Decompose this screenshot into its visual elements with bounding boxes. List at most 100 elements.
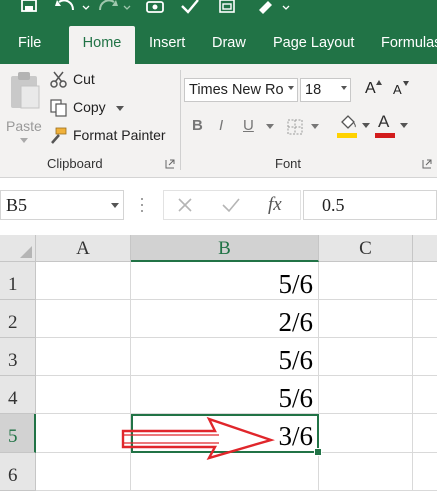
cell-c6[interactable] [319,453,413,491]
cut-button[interactable]: Cut [50,70,140,92]
cell-a5[interactable] [36,414,131,453]
cell-d3[interactable] [413,338,437,376]
redo-icon[interactable] [96,0,118,14]
tab-insert[interactable]: Insert [149,26,185,64]
row-header-3[interactable]: 3 [0,338,36,376]
camera-icon[interactable] [146,0,164,14]
fill-color-swatch [337,133,357,138]
font-family-select[interactable]: Times New Ro [184,78,298,102]
font-size-value: 18 [305,82,322,98]
paste-button[interactable]: Paste [4,70,44,148]
underline-button[interactable]: U [243,117,254,134]
fill-color-dropdown-icon [362,123,370,128]
increase-font-size-label: A [365,80,376,97]
font-size-select[interactable]: 18 [300,78,351,102]
copy-button[interactable]: Copy [50,98,140,120]
tab-file[interactable]: File [18,26,41,64]
qat-dropdown-icon[interactable] [282,0,290,14]
font-color-dropdown-icon [400,123,408,128]
formula-input-value: 0.5 [322,195,345,215]
cell-c1[interactable] [319,262,413,300]
clipboard-dialog-launcher-icon[interactable] [165,159,175,169]
select-all-button[interactable] [0,235,36,262]
column-header-b[interactable]: B [131,235,319,262]
font-color-swatch [375,133,395,138]
bold-button[interactable]: B [192,117,203,134]
cell-b2[interactable]: 2/6 [131,300,319,338]
cell-b4[interactable]: 5/6 [131,376,319,414]
tab-page-layout[interactable]: Page Layout [273,26,354,64]
insert-function-button[interactable]: fx [268,194,282,216]
format-painter-icon [51,127,67,144]
tab-draw[interactable]: Draw [212,26,246,64]
italic-button[interactable]: I [219,117,223,134]
tab-home[interactable]: Home [69,26,135,64]
row-header-1[interactable]: 1 [0,262,36,300]
cell-d5[interactable] [413,414,437,453]
copy-dropdown-icon [116,106,124,111]
tab-formulas[interactable]: Formulas [381,26,437,64]
cell-c2[interactable] [319,300,413,338]
decrease-font-size-label: A [393,82,402,97]
ribbon-tabs: File Home Insert Draw Page Layout Formul… [0,26,437,64]
cell-a2[interactable] [36,300,131,338]
clipboard-group-label: Clipboard [47,156,103,171]
cell-c3[interactable] [319,338,413,376]
increase-font-size-button[interactable]: A [363,79,383,101]
decrease-font-size-icon [403,81,409,86]
brush-icon[interactable] [256,0,274,14]
paste-dropdown-icon [20,138,28,143]
borders-icon[interactable] [287,119,303,135]
row-header-4[interactable]: 4 [0,376,36,414]
group-separator [180,70,181,170]
font-color-label: A [378,112,390,131]
paste-label: Paste [6,118,42,134]
cell-d4[interactable] [413,376,437,414]
scissors-icon [50,71,67,88]
save-icon[interactable] [20,0,38,14]
fill-handle[interactable] [314,448,322,456]
cell-d2[interactable] [413,300,437,338]
column-header-c[interactable]: C [319,235,413,262]
cell-c4[interactable] [319,376,413,414]
fill-color-button[interactable] [336,114,370,140]
cell-a1[interactable] [36,262,131,300]
formula-input[interactable]: 0.5 [303,190,437,220]
undo-dropdown-icon[interactable] [82,0,90,14]
format-painter-button[interactable]: Format Painter [50,126,175,148]
paste-icon [11,72,40,109]
undo-icon[interactable] [55,0,77,14]
font-color-button[interactable]: A [374,112,410,140]
checkmark-icon[interactable] [180,0,200,14]
increase-font-size-icon [376,80,382,85]
cell-a4[interactable] [36,376,131,414]
row-header-5[interactable]: 5 [0,414,36,453]
column-header-d[interactable] [413,235,437,262]
row-header-6[interactable]: 6 [0,453,36,491]
name-box-dropdown-icon[interactable] [111,203,119,209]
name-box-value: B5 [6,195,28,215]
formula-bar-resize-handle[interactable] [140,196,144,214]
column-header-a[interactable]: A [36,235,131,262]
cell-b3[interactable]: 5/6 [131,338,319,376]
name-box[interactable]: B5 [0,190,124,220]
cell-d6[interactable] [413,453,437,491]
cancel-icon[interactable] [177,197,193,213]
cell-d1[interactable] [413,262,437,300]
cell-c5[interactable] [319,414,413,453]
quick-access-toolbar [0,0,437,18]
row-header-2[interactable]: 2 [0,300,36,338]
format-painter-label: Format Painter [73,127,166,143]
decrease-font-size-button[interactable]: A [391,79,411,101]
cell-a6[interactable] [36,453,131,491]
cell-b1[interactable]: 5/6 [131,262,319,300]
font-dialog-launcher-icon[interactable] [422,159,432,169]
redo-dropdown-icon[interactable] [123,0,131,14]
ribbon-home: Paste Cut Copy Format Painter Clipboard … [0,64,437,178]
print-preview-icon[interactable] [218,0,236,14]
underline-dropdown-icon[interactable] [266,124,274,130]
enter-check-icon[interactable] [222,197,240,213]
borders-dropdown-icon[interactable] [311,124,319,130]
cut-label: Cut [73,71,95,87]
cell-a3[interactable] [36,338,131,376]
